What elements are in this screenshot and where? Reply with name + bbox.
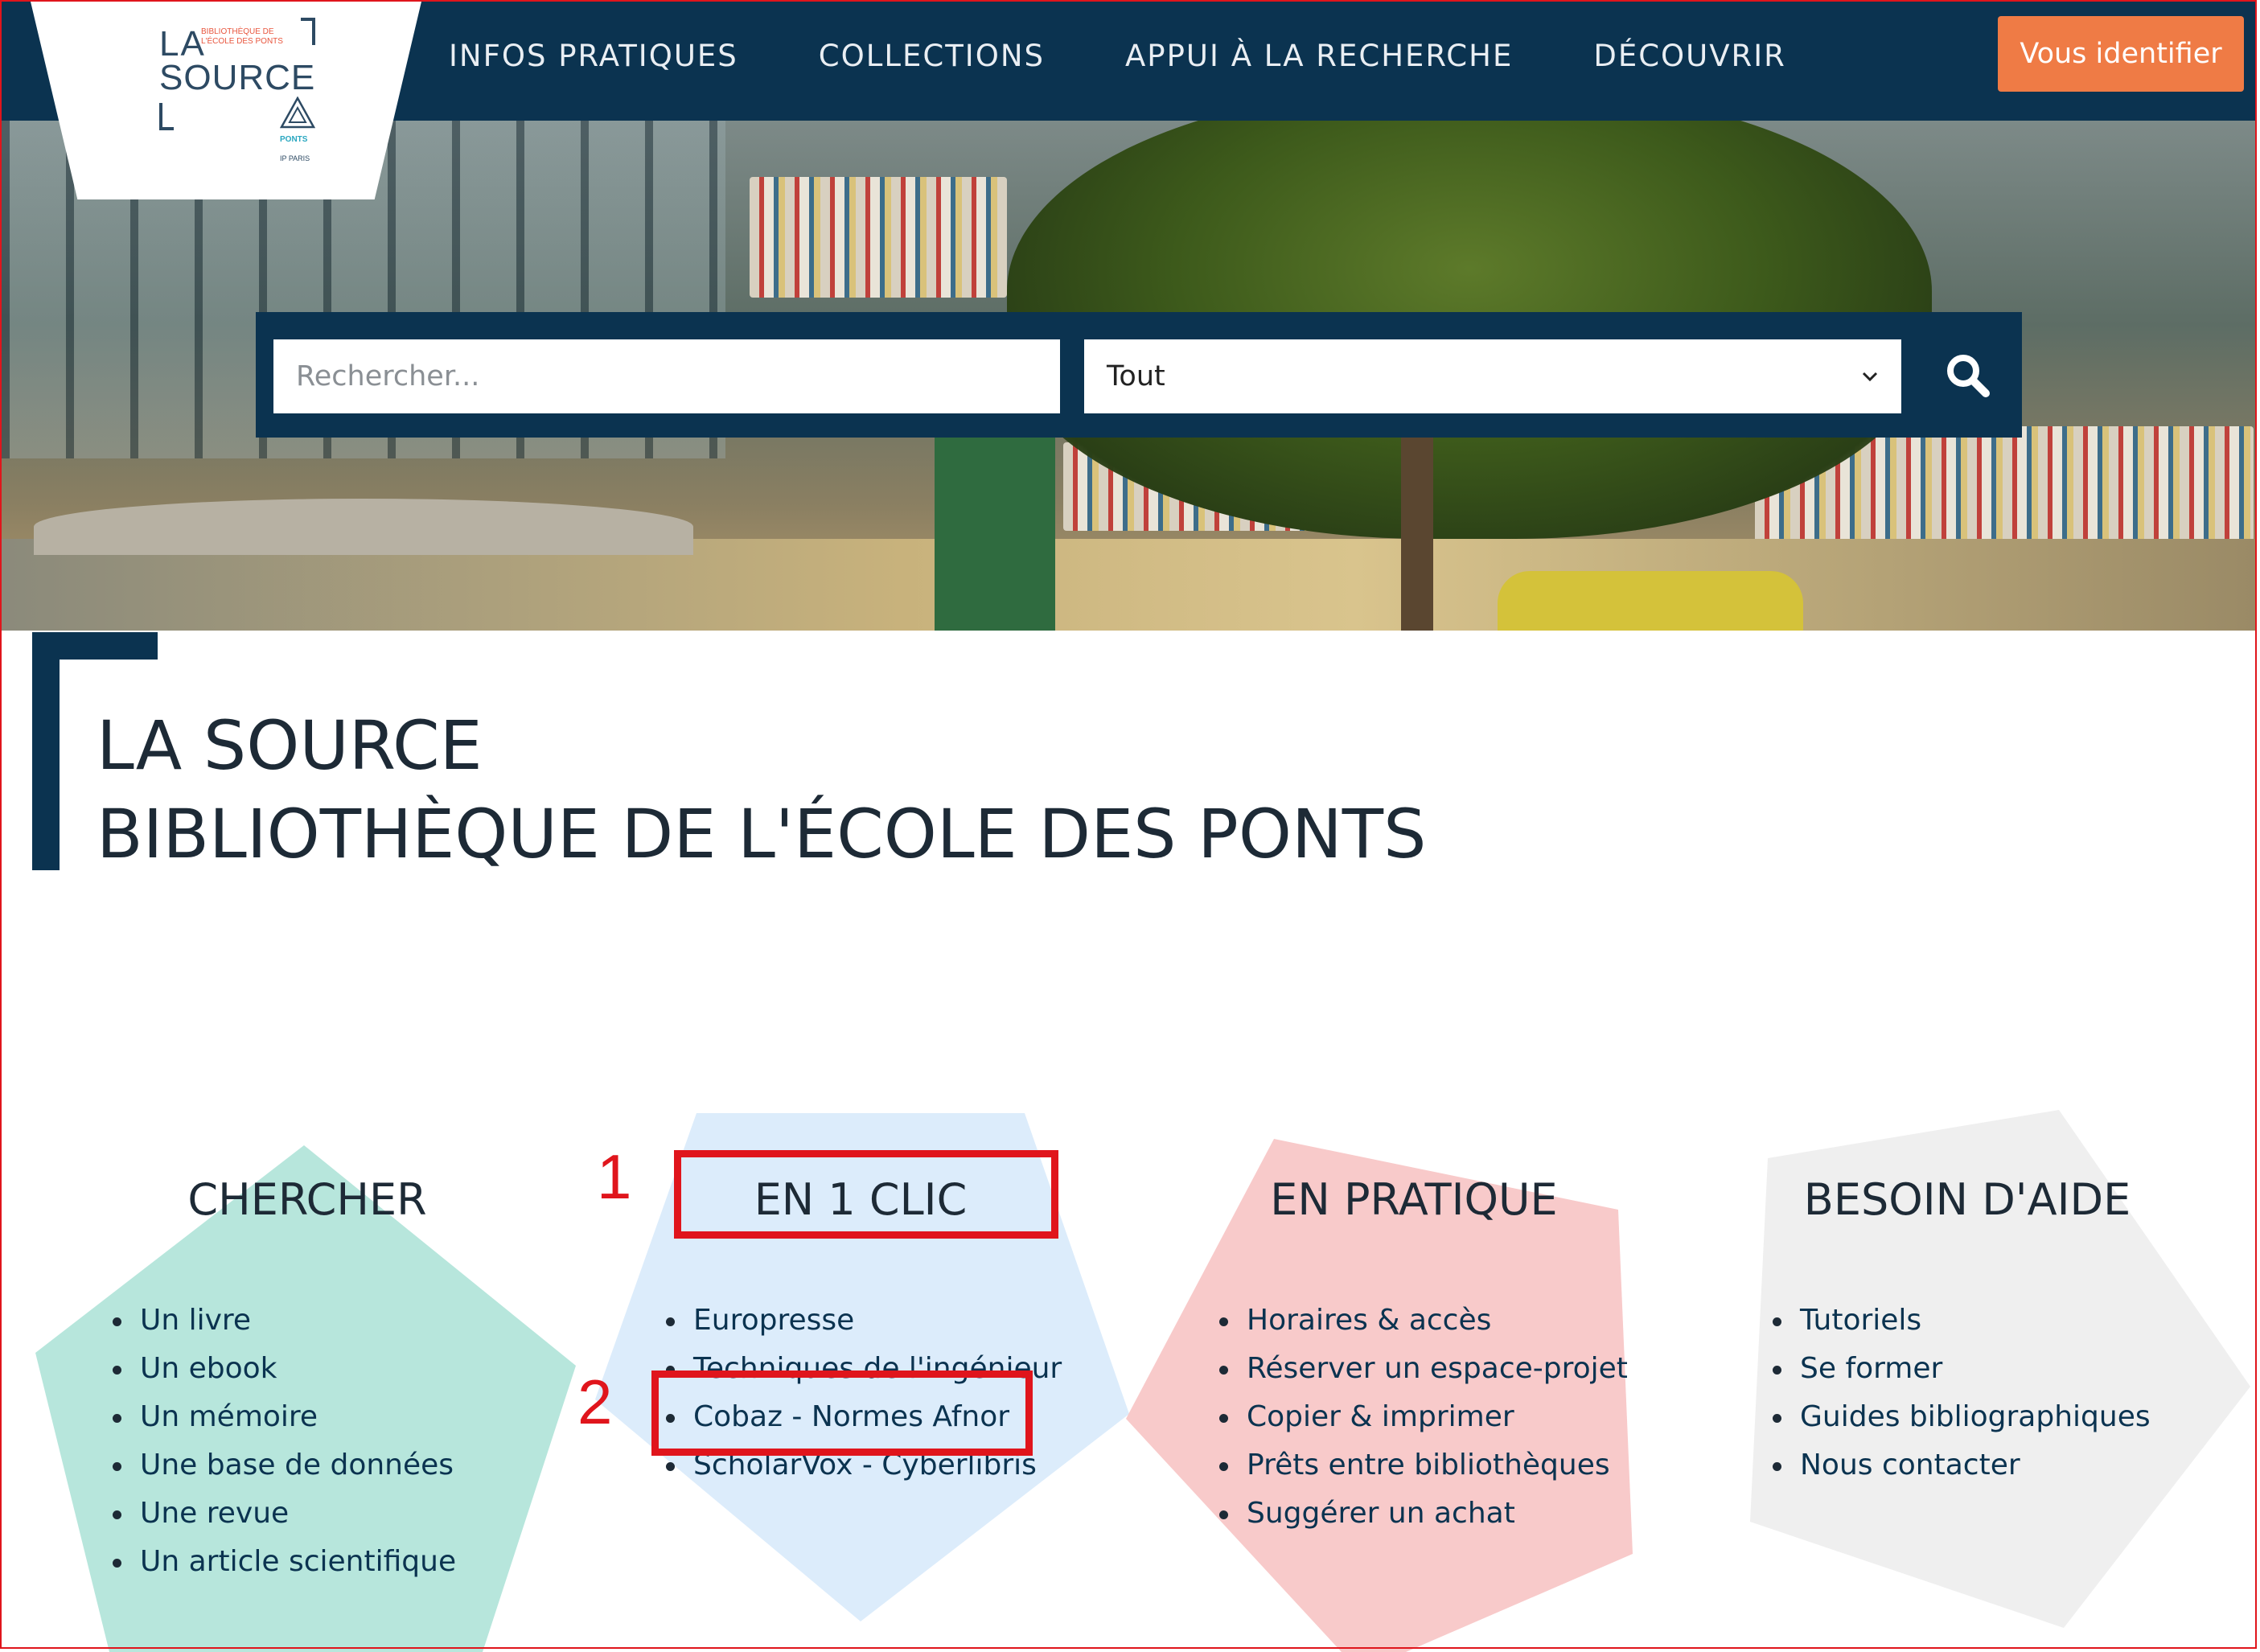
section-heading-en-pratique: EN PRATIQUE (1270, 1174, 1558, 1225)
page-title: LA SOURCE BIBLIOTHÈQUE DE L'ÉCOLE DES PO… (97, 701, 1426, 878)
page-title-line-1: LA SOURCE (97, 706, 483, 785)
link-horaires-acces[interactable]: Horaires & accès (1219, 1297, 1628, 1345)
logo-group: IP PARIS (280, 154, 310, 162)
main-nav: INFOS PRATIQUES COLLECTIONS APPUI À LA R… (449, 2, 1867, 109)
search-scope-select[interactable]: Tout (1084, 339, 1901, 413)
annotation-box-1 (674, 1150, 1058, 1239)
link-un-livre[interactable]: Un livre (113, 1297, 456, 1345)
logo[interactable]: LA BIBLIOTHÈQUE DE L'ÉCOLE DES PONTS SOU… (31, 2, 421, 199)
link-un-memoire[interactable]: Un mémoire (113, 1393, 456, 1441)
ponts-triangle-icon (280, 97, 315, 129)
link-une-revue[interactable]: Une revue (113, 1490, 456, 1538)
page-title-line-2: BIBLIOTHÈQUE DE L'ÉCOLE DES PONTS (97, 795, 1427, 873)
hero-sign-panel (935, 434, 1055, 631)
section-heading-besoin-aide: BESOIN D'AIDE (1803, 1174, 2131, 1225)
search-bar: Tout (256, 312, 2022, 438)
search-icon (1947, 355, 1990, 397)
annotation-box-2 (651, 1371, 1033, 1456)
logo-subtitle: BIBLIOTHÈQUE DE L'ÉCOLE DES PONTS (201, 27, 283, 46)
logo-bracket-bottom (159, 103, 174, 130)
login-button[interactable]: Vous identifier (1998, 16, 2244, 92)
section-heading-chercher: CHERCHER (187, 1174, 427, 1225)
logo-mark: LA BIBLIOTHÈQUE DE L'ÉCOLE DES PONTS SOU… (159, 16, 320, 177)
hero-tree-trunk (1401, 426, 1433, 631)
en-pratique-links: Horaires & accès Réserver un espace-proj… (1219, 1297, 1628, 1538)
logo-line-2: SOURCE (159, 58, 316, 97)
search-button[interactable] (1913, 312, 2022, 438)
link-un-article-scientifique[interactable]: Un article scientifique (113, 1538, 456, 1586)
search-input[interactable] (273, 339, 1060, 413)
chercher-links: Un livre Un ebook Un mémoire Une base de… (113, 1297, 456, 1586)
hero-bookshelf (750, 177, 1007, 298)
link-guides-bibliographiques[interactable]: Guides bibliographiques (1773, 1393, 2151, 1441)
logo-bracket-top (301, 18, 315, 45)
link-prets-entre-bibliotheques[interactable]: Prêts entre bibliothèques (1219, 1441, 1628, 1490)
annotation-number-2: 2 (577, 1366, 613, 1437)
link-nous-contacter[interactable]: Nous contacter (1773, 1441, 2151, 1490)
nav-decouvrir[interactable]: DÉCOUVRIR (1593, 39, 1786, 73)
link-une-base-de-donnees[interactable]: Une base de données (113, 1441, 456, 1490)
hero-armchair (1498, 571, 1803, 631)
nav-infos-pratiques[interactable]: INFOS PRATIQUES (449, 39, 738, 73)
link-tutoriels[interactable]: Tutoriels (1773, 1297, 2151, 1345)
logo-school: PONTS (280, 135, 308, 144)
link-un-ebook[interactable]: Un ebook (113, 1345, 456, 1393)
annotation-number-1: 1 (597, 1141, 632, 1212)
link-copier-imprimer[interactable]: Copier & imprimer (1219, 1393, 1628, 1441)
nav-collections[interactable]: COLLECTIONS (819, 39, 1045, 73)
link-europresse[interactable]: Europresse (666, 1297, 1062, 1345)
hero-reading-desk (34, 499, 693, 555)
link-se-former[interactable]: Se former (1773, 1345, 2151, 1393)
nav-appui-recherche[interactable]: APPUI À LA RECHERCHE (1125, 39, 1513, 73)
besoin-aide-links: Tutoriels Se former Guides bibliographiq… (1773, 1297, 2151, 1490)
chevron-down-icon (1862, 372, 1878, 382)
search-scope-value: Tout (1107, 360, 1165, 392)
link-suggerer-achat[interactable]: Suggérer un achat (1219, 1490, 1628, 1538)
link-reserver-espace-projet[interactable]: Réserver un espace-projet (1219, 1345, 1628, 1393)
